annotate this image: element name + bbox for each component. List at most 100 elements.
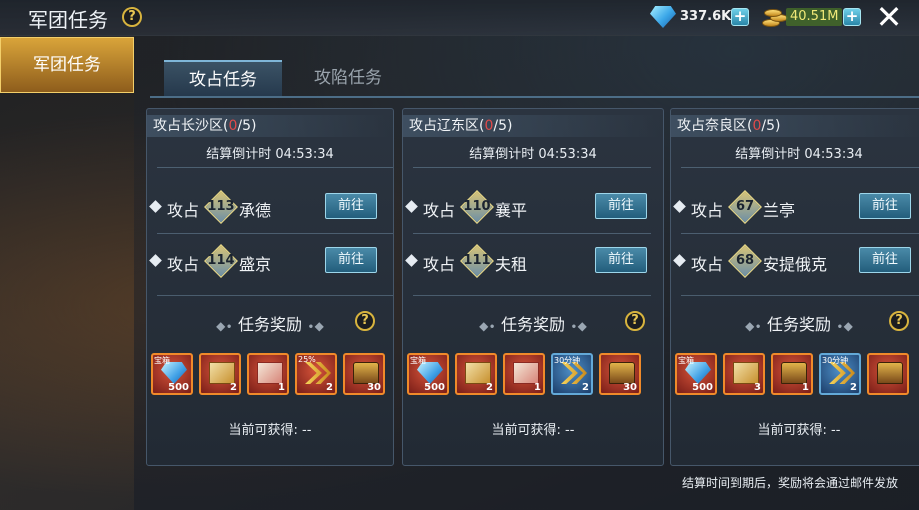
task-action: 攻占 bbox=[167, 201, 200, 220]
add-gems-button[interactable]: + bbox=[731, 8, 749, 26]
gold-balance: 40.51M bbox=[786, 8, 843, 26]
sidebar-tab-legion-tasks[interactable]: 军团任务 bbox=[0, 37, 134, 93]
reward-list: 宝箱 500 2 1 25% 2 30 bbox=[147, 353, 393, 397]
city-name: 夫租 bbox=[495, 255, 528, 274]
reward-item[interactable]: 25% 2 bbox=[295, 353, 337, 395]
diamond-bullet-icon bbox=[405, 200, 418, 213]
tab-capture-tasks[interactable]: 攻占任务 bbox=[164, 60, 282, 96]
add-gold-button[interactable]: + bbox=[843, 8, 861, 26]
reward-item[interactable]: 1 bbox=[247, 353, 289, 395]
divider bbox=[413, 167, 651, 168]
city-name: 承德 bbox=[239, 201, 272, 220]
chest-icon bbox=[353, 362, 379, 384]
reward-count: 500 bbox=[168, 382, 189, 393]
go-button[interactable]: 前往 bbox=[325, 247, 377, 273]
reward-item[interactable]: 宝箱 500 bbox=[151, 353, 193, 395]
task-action: 攻占 bbox=[691, 201, 724, 220]
chest-icon bbox=[609, 362, 635, 384]
reward-help-icon[interactable]: ? bbox=[889, 311, 909, 331]
card-title: 攻占长沙区(0/5) bbox=[147, 115, 393, 137]
city-level: 110 bbox=[463, 199, 491, 214]
task-card: 攻占辽东区(0/5) 结算倒计时 04:53:34 攻占 110 襄平 前往 攻占 111 夫租… bbox=[402, 108, 664, 466]
divider bbox=[157, 295, 393, 296]
ornament-right-icon: ∙◆ bbox=[836, 319, 853, 333]
task-row: 攻占 114 盛京 前往 bbox=[147, 243, 393, 283]
book-icon bbox=[465, 362, 491, 384]
task-row: 攻占 111 夫租 前往 bbox=[403, 243, 663, 283]
tab-underline bbox=[150, 96, 919, 98]
reward-count: 1 bbox=[802, 382, 809, 393]
reward-item[interactable]: 3 bbox=[723, 353, 765, 395]
reward-item[interactable]: 宝箱 500 bbox=[407, 353, 449, 395]
reward-help-icon[interactable]: ? bbox=[355, 311, 375, 331]
tab-conquer-tasks[interactable]: 攻陷任务 bbox=[296, 60, 400, 96]
book-icon bbox=[733, 362, 759, 384]
city-level: 114 bbox=[207, 253, 235, 268]
reward-item[interactable]: 宝箱 500 bbox=[675, 353, 717, 395]
reward-count: 500 bbox=[692, 382, 713, 393]
diamond-bullet-icon bbox=[673, 200, 686, 213]
countdown: 结算倒计时 04:53:34 bbox=[206, 147, 334, 162]
progress-total: /5 bbox=[237, 118, 252, 134]
task-action: 攻占 bbox=[423, 201, 456, 220]
reward-title: ◆∙ 任务奖励 ∙◆ bbox=[403, 311, 663, 335]
city-name: 兰亭 bbox=[763, 201, 796, 220]
go-button[interactable]: 前往 bbox=[325, 193, 377, 219]
reward-count: 30 bbox=[623, 382, 637, 393]
reward-item[interactable]: 1 bbox=[503, 353, 545, 395]
reward-tag: 30分钟 bbox=[822, 356, 849, 365]
chest-icon bbox=[781, 362, 807, 384]
reward-list: 宝箱 500 2 1 30分钟 2 30 bbox=[403, 353, 663, 397]
go-button[interactable]: 前往 bbox=[595, 247, 647, 273]
progress-total: /5 bbox=[493, 118, 508, 134]
task-action: 攻占 bbox=[167, 255, 200, 274]
divider bbox=[681, 233, 919, 234]
reward-help-icon[interactable]: ? bbox=[625, 311, 645, 331]
reward-count: 2 bbox=[326, 382, 333, 393]
arrow-icon bbox=[305, 362, 331, 384]
diamond-bullet-icon bbox=[149, 200, 162, 213]
reward-item[interactable]: 30 bbox=[599, 353, 641, 395]
reward-count: 2 bbox=[230, 382, 237, 393]
diamond-bullet-icon bbox=[405, 254, 418, 267]
reward-tag: 25% bbox=[298, 355, 316, 364]
reward-item[interactable] bbox=[867, 353, 909, 395]
progress-total: /5 bbox=[761, 118, 776, 134]
reward-item[interactable]: 2 bbox=[199, 353, 241, 395]
diamond-bullet-icon bbox=[149, 254, 162, 267]
divider bbox=[681, 295, 919, 296]
reward-item[interactable]: 30分钟 2 bbox=[819, 353, 861, 395]
go-button[interactable]: 前往 bbox=[859, 247, 911, 273]
go-button[interactable]: 前往 bbox=[859, 193, 911, 219]
city-level: 113 bbox=[207, 199, 235, 214]
gem-balance: 337.6K bbox=[680, 9, 732, 24]
countdown: 结算倒计时 04:53:34 bbox=[469, 147, 597, 162]
diamond-bullet-icon bbox=[673, 254, 686, 267]
task-row: 攻占 113 承德 前往 bbox=[147, 189, 393, 229]
ornament-left-icon: ◆∙ bbox=[479, 319, 496, 333]
reward-title-text: 任务奖励 bbox=[237, 315, 302, 334]
reward-item[interactable]: 2 bbox=[455, 353, 497, 395]
task-row: 攻占 110 襄平 前往 bbox=[403, 189, 663, 229]
reward-count: 1 bbox=[278, 382, 285, 393]
close-icon[interactable]: ✕ bbox=[874, 1, 904, 33]
reward-tag: 30分钟 bbox=[554, 356, 581, 365]
city-name: 襄平 bbox=[495, 201, 528, 220]
reward-count: 1 bbox=[534, 382, 541, 393]
ornament-left-icon: ◆∙ bbox=[745, 319, 762, 333]
city-level: 68 bbox=[735, 253, 755, 268]
region-name: 攻占奈良区 bbox=[677, 118, 747, 134]
reward-item[interactable]: 30分钟 2 bbox=[551, 353, 593, 395]
task-card: 攻占长沙区(0/5) 结算倒计时 04:53:34 攻占 113 承德 前往 攻占 114 盛京… bbox=[146, 108, 394, 466]
current-obtainable: 当前可获得: -- bbox=[228, 423, 312, 438]
go-button[interactable]: 前往 bbox=[595, 193, 647, 219]
reward-item[interactable]: 30 bbox=[343, 353, 385, 395]
help-icon[interactable]: ? bbox=[122, 7, 142, 27]
reward-tag: 宝箱 bbox=[154, 356, 170, 365]
card-title: 攻占奈良区(0/5) bbox=[671, 115, 919, 137]
reward-item[interactable]: 1 bbox=[771, 353, 813, 395]
task-action: 攻占 bbox=[691, 255, 724, 274]
city-name: 安提俄克 bbox=[763, 255, 828, 274]
scroll-icon bbox=[513, 362, 539, 384]
task-action: 攻占 bbox=[423, 255, 456, 274]
